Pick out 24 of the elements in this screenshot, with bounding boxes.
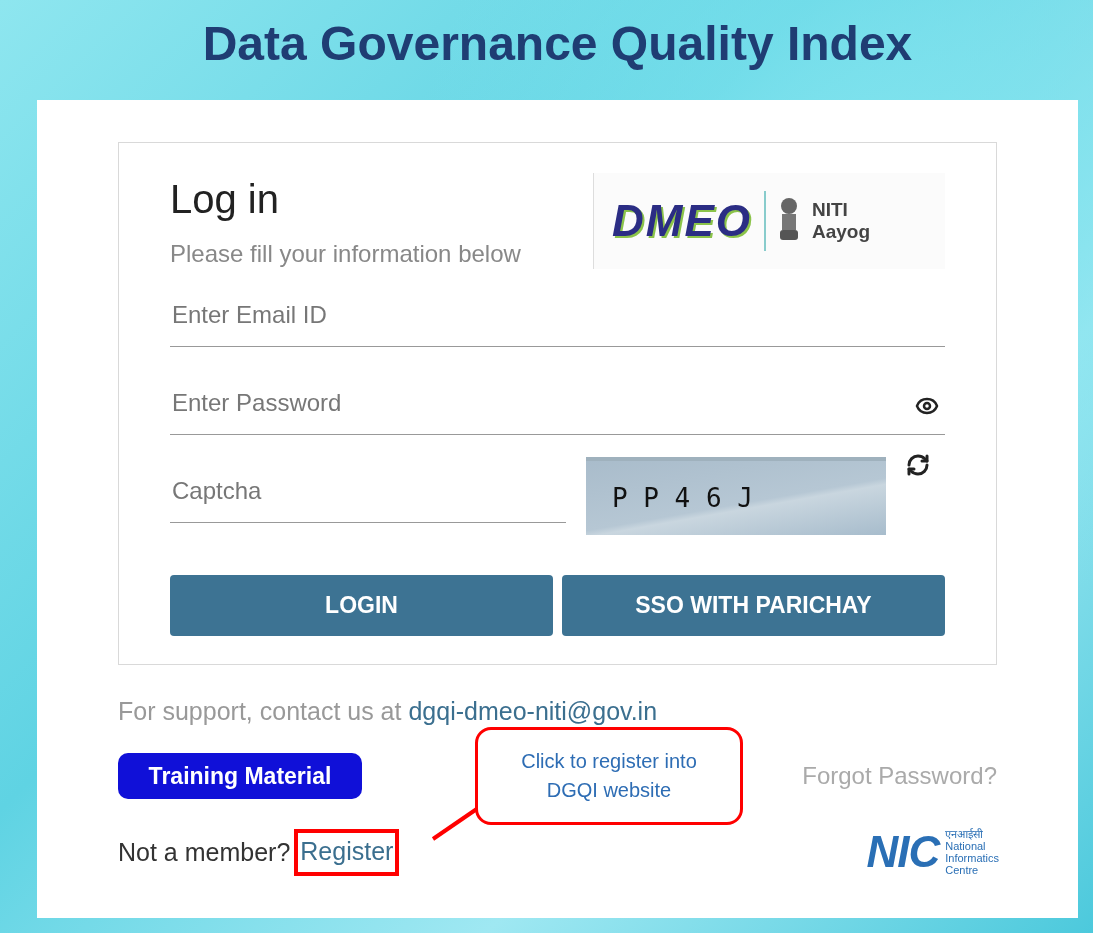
sso-button[interactable]: SSO WITH PARICHAY: [562, 575, 945, 636]
callout-note: Click to register into DGQI website: [475, 727, 743, 825]
nic-logo-text: Informatics: [945, 852, 999, 864]
niti-logo-text: NITI: [812, 199, 849, 221]
login-subtitle: Please fill your information below: [170, 240, 521, 268]
login-heading: Log in: [170, 177, 280, 222]
nic-logo-text: National: [945, 840, 987, 852]
login-button[interactable]: LOGIN: [170, 575, 553, 636]
nic-logo-hindi: एनआईसी: [945, 828, 985, 840]
nic-logo-text: Centre: [945, 864, 980, 876]
support-text: For support, contact us at dgqi-dmeo-niti@gov.in: [118, 697, 659, 726]
page-title: Data Governance Quality Index: [201, 15, 914, 72]
dmeo-logo: DMEO: [612, 196, 752, 246]
nic-logo-mark: NIC: [866, 827, 940, 877]
register-prompt: Not a member?: [118, 837, 291, 867]
register-link[interactable]: Register: [294, 828, 400, 876]
captcha-image: P P 4 6 J: [586, 457, 886, 535]
niti-logo-text: Aayog: [812, 221, 871, 243]
training-material-button[interactable]: Training Material: [118, 753, 362, 799]
refresh-icon[interactable]: [906, 453, 930, 477]
support-email-link[interactable]: dgqi-dmeo-niti@gov.in: [408, 697, 658, 725]
email-field[interactable]: Enter Email ID: [170, 300, 945, 330]
password-field[interactable]: Enter Password: [170, 388, 915, 418]
captcha-field[interactable]: Captcha: [170, 476, 566, 506]
